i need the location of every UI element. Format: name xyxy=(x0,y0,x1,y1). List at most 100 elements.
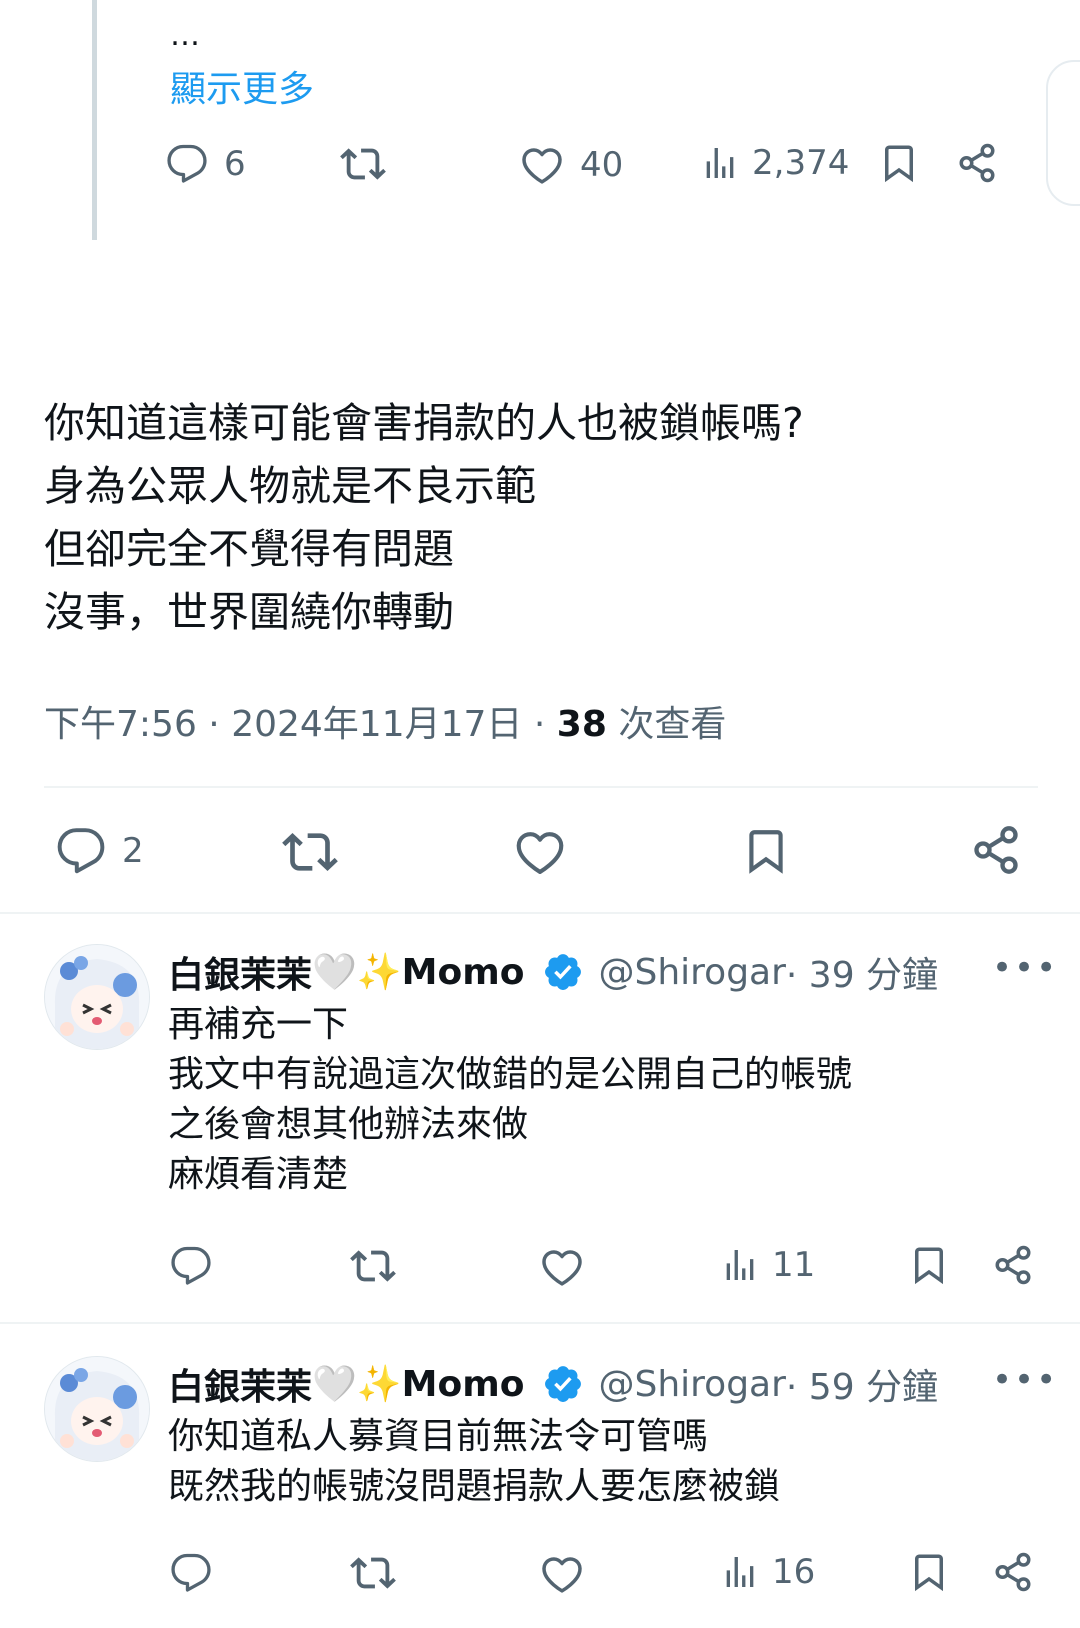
views-icon xyxy=(700,143,740,183)
tweet-line: 沒事，世界圍繞你轉動 xyxy=(44,588,454,636)
tweet-line: 你知道這樣可能會害捐款的人也被鎖帳嗎? xyxy=(44,399,804,447)
reply-text: 你知道私人募資目前無法令可管嗎 既然我的帳號沒問題捐款人要怎麼被鎖 xyxy=(168,1412,780,1512)
views-icon xyxy=(720,1552,760,1592)
share-icon xyxy=(970,824,1022,876)
share-button[interactable] xyxy=(992,1244,1034,1286)
reply-icon xyxy=(56,826,106,876)
tweet-meta: 下午7:56 · 2024年11月17日 · 38 次查看 xyxy=(44,695,726,747)
meta-separator: · xyxy=(522,704,557,745)
avatar[interactable] xyxy=(44,944,150,1050)
divider xyxy=(44,786,1038,788)
main-bookmark-button[interactable] xyxy=(741,824,791,878)
main-tweet-text: 你知道這樣可能會害捐款的人也被鎖帳嗎? 身為公眾人物就是不良示範 但卻完全不覺得… xyxy=(44,392,804,644)
bookmark-icon xyxy=(741,824,791,878)
views-icon xyxy=(720,1245,760,1285)
retweet-button[interactable] xyxy=(350,1243,396,1289)
name-emoji: 🤍✨ xyxy=(312,952,402,993)
display-name[interactable]: 白銀茉茉 xyxy=(168,946,312,998)
reply-time[interactable]: · 39 分鐘 xyxy=(786,946,938,998)
bookmark-button[interactable] xyxy=(908,1243,950,1287)
reply-header: 白銀茉茉 🤍✨ Momo @Shirogar · 39 分鐘 xyxy=(168,946,938,998)
tweet-time[interactable]: 下午7:56 xyxy=(44,704,197,745)
reply-button[interactable]: 6 xyxy=(166,143,246,185)
thread-line xyxy=(92,0,97,240)
like-count: 40 xyxy=(580,145,624,185)
share-icon xyxy=(992,1551,1034,1593)
like-button[interactable] xyxy=(540,1245,584,1289)
views-button[interactable]: 11 xyxy=(720,1245,815,1285)
main-reply-button[interactable]: 2 xyxy=(56,826,144,876)
tweet-line: 身為公眾人物就是不良示範 xyxy=(44,462,536,510)
bookmark-button[interactable] xyxy=(878,141,920,185)
meta-separator: · xyxy=(196,704,232,745)
reply-header: 白銀茉茉 🤍✨ Momo @Shirogar · 59 分鐘 xyxy=(168,1358,938,1410)
share-button[interactable] xyxy=(992,1551,1034,1593)
show-more-link[interactable]: 顯示更多 xyxy=(170,60,314,112)
view-count: 38 xyxy=(556,704,607,745)
bookmark-icon xyxy=(908,1243,950,1287)
reply-time[interactable]: · 59 分鐘 xyxy=(786,1358,938,1410)
share-icon xyxy=(992,1244,1034,1286)
retweet-button[interactable] xyxy=(350,1550,396,1596)
like-icon xyxy=(540,1245,584,1289)
like-icon xyxy=(540,1552,584,1596)
avatar-anime-icon xyxy=(45,1357,149,1461)
divider xyxy=(0,1322,1080,1324)
reply-line: 之後會想其他辦法來做 xyxy=(168,1104,529,1145)
view-count-label: 次查看 xyxy=(606,704,727,745)
like-icon xyxy=(514,826,566,878)
main-retweet-button[interactable] xyxy=(282,824,338,880)
reply-line: 麻煩看清楚 xyxy=(168,1154,349,1195)
retweet-icon xyxy=(350,1550,396,1596)
avatar[interactable] xyxy=(44,1356,150,1462)
bookmark-button[interactable] xyxy=(908,1550,950,1594)
more-icon[interactable]: ••• xyxy=(992,948,1058,988)
views-button[interactable]: 16 xyxy=(720,1552,815,1592)
views-button[interactable]: 2,374 xyxy=(700,143,849,183)
main-share-button[interactable] xyxy=(970,824,1022,876)
views-count: 11 xyxy=(772,1245,816,1285)
display-name-suffix[interactable]: Momo xyxy=(402,1364,525,1405)
right-edge-card xyxy=(1046,60,1080,206)
avatar-anime-icon xyxy=(45,945,149,1049)
reply-line: 你知道私人募資目前無法令可管嗎 xyxy=(168,1416,709,1457)
divider xyxy=(0,912,1080,914)
retweet-icon xyxy=(340,141,386,187)
verified-icon xyxy=(542,1363,584,1405)
author-header-faded xyxy=(46,320,196,336)
user-handle[interactable]: @Shirogar xyxy=(598,1364,785,1405)
name-emoji: 🤍✨ xyxy=(312,1364,402,1405)
tweet-line: 但卻完全不覺得有問題 xyxy=(44,525,454,573)
tweet-date[interactable]: 2024年11月17日 xyxy=(231,704,522,745)
reply-button[interactable] xyxy=(170,1552,212,1594)
like-icon xyxy=(520,143,564,187)
share-icon xyxy=(956,142,998,184)
reply-icon xyxy=(166,143,208,185)
reply-icon xyxy=(170,1245,212,1287)
more-icon[interactable]: ••• xyxy=(992,1360,1058,1400)
user-handle[interactable]: @Shirogar xyxy=(598,952,785,993)
display-name[interactable]: 白銀茉茉 xyxy=(168,1358,312,1410)
share-button[interactable] xyxy=(956,142,998,184)
main-like-button[interactable] xyxy=(514,826,566,878)
retweet-button[interactable] xyxy=(340,141,386,187)
views-count: 2,374 xyxy=(752,143,850,183)
bookmark-icon xyxy=(878,141,920,185)
reply-button[interactable] xyxy=(170,1245,212,1287)
reply-count: 2 xyxy=(122,831,144,871)
like-button[interactable]: 40 xyxy=(520,143,623,187)
display-name-suffix[interactable]: Momo xyxy=(402,952,525,993)
reply-text: 再補充一下 我文中有說過這次做錯的是公開自己的帳號 之後會想其他辦法來做 麻煩看… xyxy=(168,1000,852,1200)
retweet-icon xyxy=(282,824,338,880)
views-count: 16 xyxy=(772,1552,816,1592)
reply-line: 再補充一下 xyxy=(168,1004,349,1045)
reply-icon xyxy=(170,1552,212,1594)
retweet-icon xyxy=(350,1243,396,1289)
like-button[interactable] xyxy=(540,1552,584,1596)
verified-icon xyxy=(542,951,584,993)
reply-line: 既然我的帳號沒問題捐款人要怎麼被鎖 xyxy=(168,1466,781,1507)
reply-line: 我文中有說過這次做錯的是公開自己的帳號 xyxy=(168,1054,853,1095)
truncation-ellipsis: … xyxy=(170,18,200,53)
bookmark-icon xyxy=(908,1550,950,1594)
reply-count: 6 xyxy=(224,144,246,184)
